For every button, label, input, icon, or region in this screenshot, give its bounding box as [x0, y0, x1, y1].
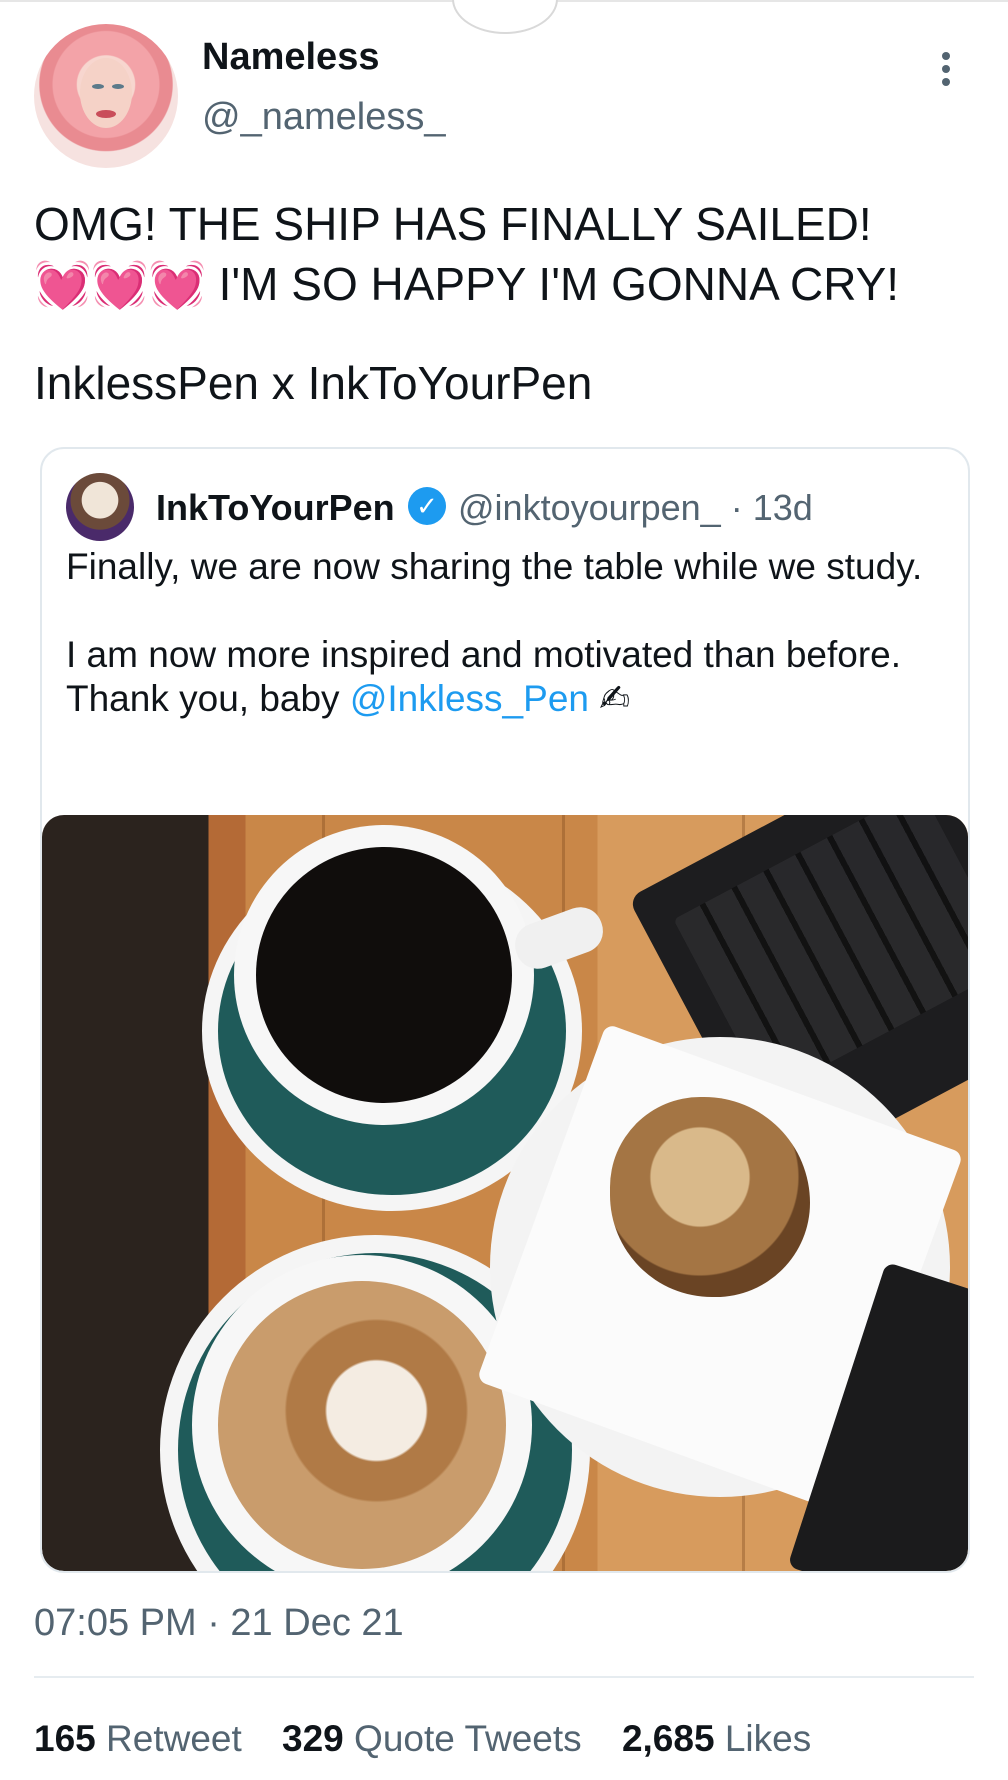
- tweet-photo[interactable]: [42, 815, 968, 1571]
- divider: [34, 1676, 974, 1678]
- mention-link[interactable]: @Inkless_Pen: [350, 678, 589, 719]
- heart-emoji-icon: 💓💓💓: [34, 258, 206, 310]
- likes-label: Likes: [724, 1718, 812, 1759]
- pull-tab[interactable]: [452, 0, 558, 34]
- verified-badge-icon: ✓: [408, 487, 446, 525]
- quoted-author-name[interactable]: InkToYourPen: [156, 487, 395, 529]
- author-avatar[interactable]: [34, 24, 178, 168]
- quoted-author-avatar[interactable]: [66, 473, 134, 541]
- writing-hand-emoji-icon: ✍: [588, 678, 631, 719]
- latte-art: [218, 1281, 506, 1569]
- quoted-author-handle[interactable]: @inktoyourpen_ · 13d: [458, 487, 813, 529]
- tweet-timestamp[interactable]: 07:05 PM · 21 Dec 21: [34, 1602, 404, 1645]
- tweet-line-text: I'M SO HAPPY I'M GONNA CRY!: [205, 258, 900, 310]
- more-vertical-icon[interactable]: [940, 52, 952, 92]
- quoted-paragraph: I am now more inspired and motivated tha…: [66, 633, 936, 721]
- likes-stat[interactable]: 2,685 Likes: [622, 1718, 811, 1759]
- black-coffee-cup: [234, 825, 610, 1125]
- retweets-label: Retweet: [106, 1718, 242, 1759]
- avatar-eye: [92, 84, 104, 89]
- quotes-label: Quote Tweets: [354, 1718, 582, 1759]
- tweet-line: 💓💓💓 I'M SO HAPPY I'M GONNA CRY!: [34, 254, 984, 314]
- retweets-stat[interactable]: 165 Retweet: [34, 1718, 242, 1759]
- likes-count: 2,685: [621, 1718, 715, 1759]
- quoted-tweet-text: Finally, we are now sharing the table wh…: [66, 545, 936, 765]
- quotes-count: 329: [282, 1718, 344, 1759]
- quotes-stat[interactable]: 329 Quote Tweets: [282, 1718, 582, 1759]
- tweet-ship-line: InklessPen x InkToYourPen: [34, 357, 593, 409]
- tweet-line: OMG! THE SHIP HAS FINALLY SAILED!: [34, 198, 872, 250]
- author-handle[interactable]: @_nameless_: [202, 96, 445, 139]
- avatar-lips: [96, 110, 116, 118]
- quoted-tweet[interactable]: InkToYourPen ✓ @inktoyourpen_ · 13d Fina…: [40, 447, 970, 1573]
- quoted-paragraph: Finally, we are now sharing the table wh…: [66, 546, 923, 587]
- tweet-stats: 165 Retweet 329 Quote Tweets 2,685 Likes: [34, 1718, 811, 1760]
- retweets-count: 165: [34, 1718, 96, 1759]
- avatar-eye: [112, 84, 124, 89]
- tweet-text: OMG! THE SHIP HAS FINALLY SAILED! 💓💓💓 I'…: [34, 194, 984, 314]
- author-name[interactable]: Nameless: [202, 36, 379, 79]
- black-coffee: [256, 847, 512, 1103]
